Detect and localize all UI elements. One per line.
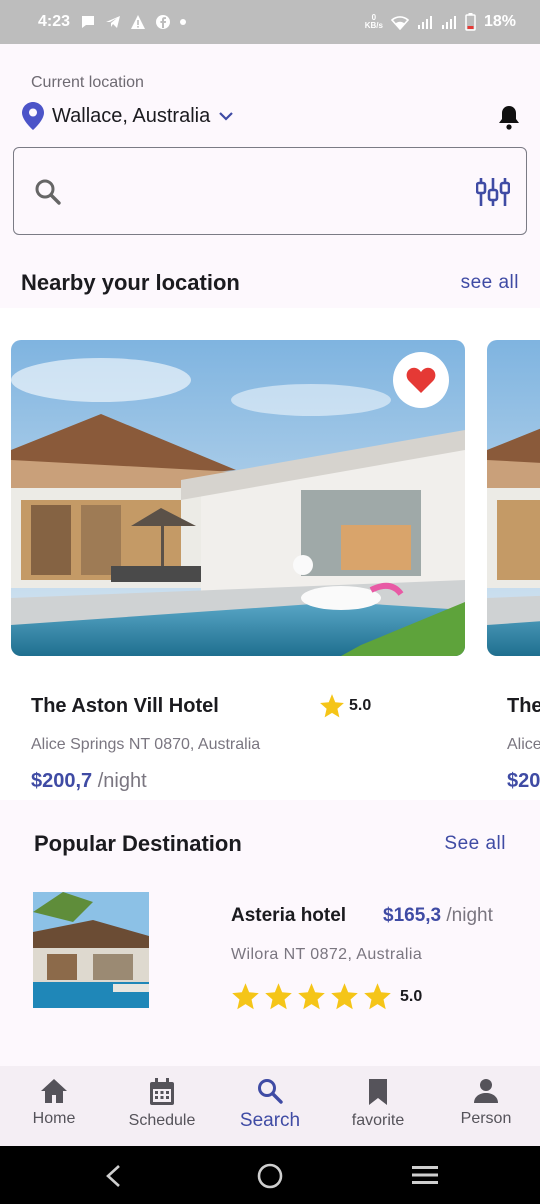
status-time: 4:23 xyxy=(38,13,71,30)
battery-icon xyxy=(465,13,476,31)
hotel-price: $20 xyxy=(507,770,540,793)
search-icon xyxy=(258,1079,283,1104)
hotel-price-value: $200,7 xyxy=(31,770,93,792)
nav-search[interactable]: Search xyxy=(216,1066,324,1146)
search-bar[interactable] xyxy=(13,147,527,235)
warning-icon xyxy=(131,15,146,29)
nav-schedule-label: Schedule xyxy=(128,1112,196,1129)
location-selector[interactable]: Wallace, Australia xyxy=(22,102,234,130)
popular-rating-value: 5.0 xyxy=(400,987,423,1005)
nav-home[interactable]: Home xyxy=(0,1066,108,1146)
facebook-icon xyxy=(156,15,171,29)
signal-icon xyxy=(417,16,432,29)
popular-price-unit: /night xyxy=(446,905,493,926)
popular-hotel-image xyxy=(33,892,149,1008)
hotel-image xyxy=(487,340,540,656)
popular-header: Popular Destination See all xyxy=(34,831,506,857)
hotel-card[interactable]: The Aston Vill Hotel 5.0 Alice Springs N… xyxy=(11,340,465,792)
nav-schedule[interactable]: Schedule xyxy=(108,1066,216,1146)
nearby-see-all-link[interactable]: see all xyxy=(461,272,519,294)
nav-search-label: Search xyxy=(239,1110,301,1131)
popular-see-all-link[interactable]: See all xyxy=(444,833,506,855)
star-icon xyxy=(331,983,358,1010)
hotel-address: Alice Springs NT 0870, Australia xyxy=(31,736,261,753)
nav-person[interactable]: Person xyxy=(432,1066,540,1146)
person-icon xyxy=(474,1079,498,1103)
telegram-icon xyxy=(106,16,121,28)
star-icon xyxy=(265,983,292,1010)
heart-icon xyxy=(406,367,436,393)
popular-hotel-price: $165,3 /night xyxy=(383,905,493,927)
popular-hotel-rating: 5.0 xyxy=(231,982,422,1011)
nav-person-label: Person xyxy=(460,1110,512,1127)
hotel-price-unit: /night xyxy=(97,770,147,792)
home-icon xyxy=(41,1079,67,1103)
chevron-down-icon xyxy=(219,112,233,121)
chat-icon xyxy=(82,16,95,28)
nav-home-label: Home xyxy=(32,1110,76,1127)
wifi-icon xyxy=(390,16,409,30)
star-icon xyxy=(320,694,344,718)
popular-hotel-address: Wilora NT 0872, Australia xyxy=(231,946,423,963)
signal-icon-2 xyxy=(441,16,456,29)
hotel-rating-value: 5.0 xyxy=(349,697,372,714)
nearby-header: Nearby your location see all xyxy=(21,270,519,296)
battery-percent: 18% xyxy=(483,13,516,30)
popular-item[interactable]: Asteria hotel $165,3 /night Wilora NT 08… xyxy=(0,878,540,1028)
net-speed-unit: KB/s xyxy=(364,21,383,30)
search-input[interactable] xyxy=(76,176,466,208)
hotel-image xyxy=(11,340,465,656)
hotel-price-value: $20 xyxy=(507,770,540,792)
nav-favorite[interactable]: favorite xyxy=(324,1066,432,1146)
star-icon xyxy=(364,983,391,1010)
popular-price-value: $165,3 xyxy=(383,905,442,926)
back-icon[interactable] xyxy=(104,1164,122,1188)
nearby-title: Nearby your location xyxy=(21,270,240,295)
status-bar: 4:23 0 KB/s 18% xyxy=(0,0,540,44)
current-location-label: Current location xyxy=(31,74,144,91)
bottom-nav: Home Schedule Search favorite Person xyxy=(0,1066,540,1146)
filter-icon[interactable] xyxy=(476,176,510,208)
location-pin-icon xyxy=(22,102,44,130)
hotel-card[interactable]: The Alice $20 xyxy=(487,340,540,792)
more-notifications-dot xyxy=(180,19,187,25)
bookmark-icon xyxy=(369,1079,387,1105)
nearby-carousel[interactable]: The Aston Vill Hotel 5.0 Alice Springs N… xyxy=(0,308,540,800)
hotel-address: Alice xyxy=(507,736,540,753)
popular-title: Popular Destination xyxy=(34,831,242,856)
hotel-name: The xyxy=(507,695,540,717)
net-speed: 0 KB/s xyxy=(365,14,383,30)
search-icon xyxy=(35,179,61,205)
home-circle-icon[interactable] xyxy=(256,1162,284,1190)
star-icon xyxy=(232,983,259,1010)
hotel-rating: 5.0 xyxy=(319,693,371,719)
popular-hotel-name: Asteria hotel xyxy=(231,905,347,926)
star-icon xyxy=(298,983,325,1010)
nav-favorite-label: favorite xyxy=(351,1112,405,1129)
favorite-button[interactable] xyxy=(393,352,449,408)
location-text: Wallace, Australia xyxy=(52,104,211,127)
calendar-icon xyxy=(150,1078,174,1105)
notification-bell-icon[interactable] xyxy=(497,104,521,130)
hotel-price: $200,7 /night xyxy=(31,770,147,793)
recents-menu-icon[interactable] xyxy=(412,1164,438,1186)
system-nav-bar xyxy=(0,1146,540,1204)
notification-icons xyxy=(80,14,187,30)
hotel-name: The Aston Vill Hotel xyxy=(31,695,219,717)
